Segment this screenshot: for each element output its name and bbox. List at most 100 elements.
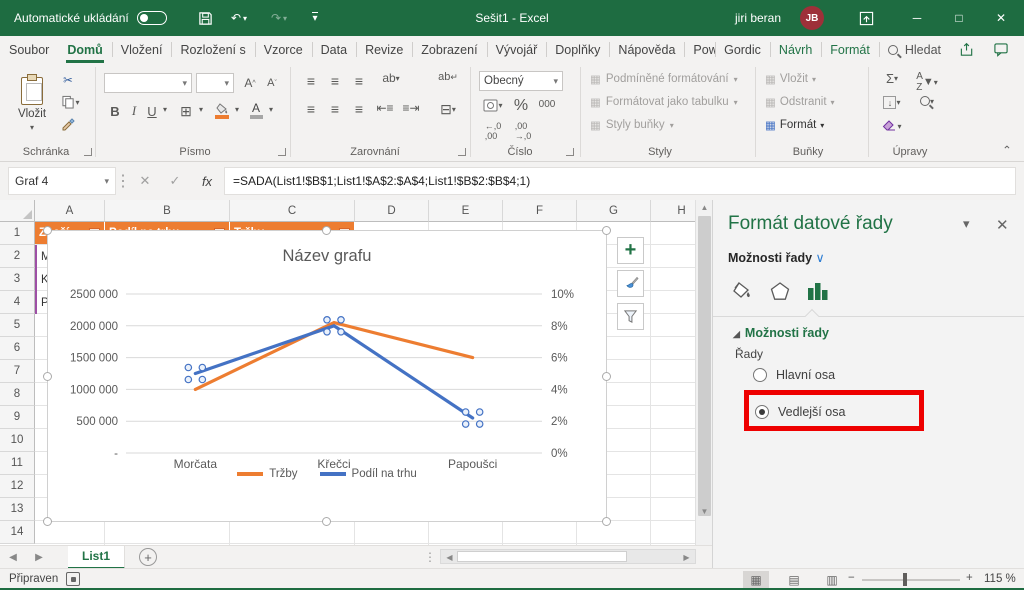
chart-handle-n[interactable] — [322, 226, 331, 235]
save-button[interactable] — [192, 0, 218, 36]
scroll-down-icon[interactable]: ▼ — [696, 504, 713, 519]
zoom-slider-thumb[interactable] — [903, 573, 907, 586]
format-cells-button[interactable]: ▦Formát▾ — [765, 118, 855, 132]
fill-color-dropdown[interactable]: ▾ — [232, 105, 242, 114]
series-options-tab[interactable] — [801, 276, 835, 306]
legend-item[interactable]: Podíl na trhu — [320, 468, 417, 480]
merge-center-button[interactable]: ⊟▾ — [436, 101, 460, 118]
chart-legend[interactable]: TržbyPodíl na trhu — [48, 468, 606, 480]
autosave-toggle[interactable]: Automatické ukládání — [14, 0, 167, 36]
maximize-button[interactable]: □ — [938, 0, 980, 36]
sheet-nav-right[interactable]: ▶ — [26, 552, 52, 563]
underline-button[interactable]: U — [144, 101, 160, 121]
number-format-combo[interactable]: Obecný▾ — [479, 71, 563, 91]
tab-domu[interactable]: Domů — [58, 36, 111, 63]
column-header-a[interactable]: A — [35, 200, 105, 222]
fill-line-tab[interactable] — [725, 276, 759, 306]
conditional-formatting-button[interactable]: ▦Podmíněné formátování▾ — [590, 72, 760, 86]
share-button[interactable] — [950, 36, 984, 63]
customize-qat-button[interactable]: ▾ — [302, 0, 328, 36]
column-header-d[interactable]: D — [355, 200, 429, 222]
chart-title[interactable]: Název grafu — [48, 247, 606, 266]
paste-button[interactable]: Vložit▾ — [10, 71, 54, 137]
row-header[interactable]: 10 — [0, 429, 35, 452]
enter-button[interactable]: ✓ — [160, 162, 190, 200]
row-header[interactable]: 1 — [0, 222, 35, 245]
align-left-button[interactable]: ≡ — [300, 101, 322, 117]
tab-format[interactable]: Formát — [821, 36, 879, 63]
tab-vyvojar[interactable]: Vývojář — [487, 36, 547, 63]
chart-handle-w[interactable] — [43, 372, 52, 381]
formula-input[interactable]: =SADA(List1!$B$1;List1!$A$2:$A$4;List1!$… — [224, 167, 1016, 195]
italic-button[interactable]: I — [126, 101, 142, 121]
alignment-dialog-launcher[interactable] — [458, 148, 466, 156]
format-painter-button[interactable] — [58, 115, 78, 133]
effects-tab[interactable] — [763, 276, 797, 306]
column-header-c[interactable]: C — [230, 200, 355, 222]
font-name-combo[interactable]: ▾ — [104, 73, 192, 93]
font-color-button[interactable]: A — [246, 99, 266, 121]
cut-button[interactable]: ✂ — [58, 71, 78, 89]
pane-close-button[interactable]: ✕ — [996, 216, 1009, 234]
column-header-g[interactable]: G — [577, 200, 651, 222]
clear-button[interactable]: ▾ — [878, 120, 906, 132]
tab-powerpivot[interactable]: Power Pivot — [684, 36, 715, 63]
align-middle-button[interactable]: ≡ — [324, 73, 346, 89]
shrink-font-button[interactable]: Aˇ — [262, 73, 282, 93]
undo-button[interactable]: ↶▾ — [226, 0, 252, 36]
pane-selector[interactable]: Možnosti řady ∨ — [728, 250, 825, 265]
row-header[interactable]: 8 — [0, 383, 35, 406]
sheet-tab-list1[interactable]: List1 — [68, 546, 125, 569]
tab-navrh[interactable]: Návrh — [770, 36, 821, 63]
scroll-right-icon[interactable]: ▶ — [678, 550, 695, 565]
chart-handle-sw[interactable] — [43, 517, 52, 526]
user-name[interactable]: jiri beran — [735, 0, 781, 36]
copy-button[interactable]: ▾ — [58, 93, 84, 111]
row-header[interactable]: 12 — [0, 475, 35, 498]
normal-view-button[interactable]: ▦ — [743, 571, 769, 589]
bold-button[interactable]: B — [106, 101, 124, 121]
tab-revize[interactable]: Revize — [356, 36, 412, 63]
pane-dropdown-icon[interactable]: ▾ — [963, 216, 970, 232]
tab-vzorce[interactable]: Vzorce — [255, 36, 312, 63]
page-break-view-button[interactable]: ▥ — [819, 571, 845, 589]
redo-button[interactable]: ↷▾ — [266, 0, 292, 36]
align-bottom-button[interactable]: ≡ — [348, 73, 370, 89]
comments-button[interactable] — [984, 36, 1018, 63]
row-header[interactable]: 7 — [0, 360, 35, 383]
chart-styles-button[interactable] — [617, 270, 644, 297]
row-header[interactable]: 2 — [0, 245, 35, 268]
tab-gordic[interactable]: Gordic — [715, 36, 770, 63]
tab-data[interactable]: Data — [312, 36, 356, 63]
borders-dropdown[interactable]: ▾ — [196, 105, 206, 114]
vertical-scrollbar[interactable]: ▲ ▼ — [695, 200, 712, 545]
zoom-out-button[interactable]: − — [848, 572, 855, 584]
zoom-in-button[interactable]: + — [966, 572, 973, 584]
format-as-table-button[interactable]: ▦Formátovat jako tabulku▾ — [590, 95, 760, 109]
cell-styles-button[interactable]: ▦Styly buňky▾ — [590, 118, 760, 132]
add-sheet-button[interactable]: + — [139, 548, 157, 566]
accounting-format-button[interactable]: ▾ — [480, 99, 506, 112]
cancel-button[interactable]: ✕ — [130, 162, 160, 200]
sort-filter-button[interactable]: AZ▼▾ — [912, 71, 942, 93]
tab-napoveda[interactable]: Nápověda — [609, 36, 684, 63]
delete-cells-button[interactable]: ▦Odstranit▾ — [765, 95, 861, 109]
minimize-button[interactable]: ─ — [896, 0, 938, 36]
row-header[interactable]: 13 — [0, 498, 35, 521]
row-header[interactable]: 9 — [0, 406, 35, 429]
number-dialog-launcher[interactable] — [566, 148, 574, 156]
chart-handle-e[interactable] — [602, 372, 611, 381]
decrease-decimal-button[interactable]: ,00→,0 — [510, 121, 536, 141]
percent-style-button[interactable]: % — [510, 97, 532, 115]
row-header[interactable]: 4 — [0, 291, 35, 314]
fill-color-button[interactable] — [212, 101, 232, 121]
column-header-f[interactable]: F — [503, 200, 577, 222]
row-header[interactable]: 14 — [0, 521, 35, 544]
series-options-section[interactable]: ◢Možnosti řady — [733, 326, 829, 340]
chart-filters-button[interactable] — [617, 303, 644, 330]
page-layout-view-button[interactable]: ▤ — [781, 571, 807, 589]
column-header-e[interactable]: E — [429, 200, 503, 222]
radio-primary-axis[interactable]: Hlavní osa — [753, 368, 835, 382]
grow-font-button[interactable]: A^ — [240, 73, 260, 93]
decrease-indent-button[interactable]: ⇤≡ — [374, 101, 396, 115]
